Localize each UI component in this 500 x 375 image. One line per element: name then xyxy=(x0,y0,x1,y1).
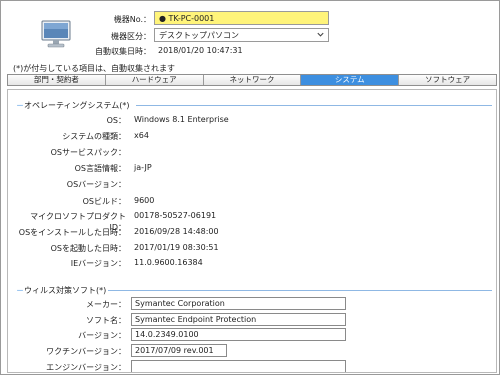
os-service-pack-label: OSサービスパック： xyxy=(50,148,126,157)
desktop-monitor-icon xyxy=(41,20,71,48)
av-vaccine-version-label: ワクチンバージョン： xyxy=(46,347,126,356)
system-type-label: システムの種類： xyxy=(62,132,126,141)
section-marker-icon: － xyxy=(16,101,24,110)
os-version-label: OSバージョン： xyxy=(66,180,126,189)
av-software-name-input[interactable]: Symantec Endpoint Protection xyxy=(131,313,346,326)
os-section-title-text: オペレーティングシステム(*) xyxy=(24,101,130,110)
chevron-down-icon xyxy=(317,32,324,37)
tab-hardware[interactable]: ハードウェア xyxy=(105,75,204,85)
os-section-divider xyxy=(136,105,492,106)
device-no-field[interactable]: ● TK-PC-0001 xyxy=(154,11,329,25)
tab-department-contract[interactable]: 部門・契約者 xyxy=(8,75,106,85)
av-vendor-input[interactable]: Symantec Corporation xyxy=(131,297,346,310)
tab-system[interactable]: システム xyxy=(301,75,400,85)
av-engine-version-input[interactable] xyxy=(131,360,346,372)
av-vendor-value: Symantec Corporation xyxy=(135,299,225,308)
device-type-label: 機器区分： xyxy=(111,32,151,41)
os-language-value: ja-JP xyxy=(134,163,152,172)
av-software-name-label: ソフト名： xyxy=(86,316,126,325)
ie-version-value: 11.0.9600.16384 xyxy=(134,258,203,267)
os-build-label: OSビルド： xyxy=(82,197,126,206)
av-version-label: バージョン： xyxy=(78,331,126,340)
av-software-name-value: Symantec Endpoint Protection xyxy=(135,315,257,324)
os-install-date-label: OSをインストールした日時： xyxy=(18,228,126,237)
av-engine-version-label: エンジンバージョン： xyxy=(46,363,126,372)
system-tab-panel: －オペレーティングシステム(*) OS： Windows 8.1 Enterpr… xyxy=(7,89,497,373)
av-section-title-text: ウィルス対策ソフト(*) xyxy=(24,286,107,295)
av-version-value: 14.0.2349.0100 xyxy=(135,330,199,339)
os-boot-date-label: OSを起動した日時： xyxy=(50,244,126,253)
section-marker-icon: － xyxy=(16,286,24,295)
os-section-title: －オペレーティングシステム(*) xyxy=(16,100,130,111)
tab-bar: 部門・契約者 ハードウェア ネットワーク システム ソフトウェア xyxy=(7,74,497,86)
os-install-date-value: 2016/09/28 14:48:00 xyxy=(134,227,219,236)
auto-collect-note: (*)が付与している項目は、自動収集されます xyxy=(13,64,176,73)
auto-collect-label: 自動収集日時： xyxy=(95,47,151,56)
tab-network[interactable]: ネットワーク xyxy=(203,75,302,85)
os-build-value: 9600 xyxy=(134,196,155,205)
device-type-value: デスクトップパソコン xyxy=(159,31,239,40)
av-vaccine-version-value: 2017/07/09 rev.001 xyxy=(135,346,214,355)
device-type-select[interactable]: デスクトップパソコン xyxy=(154,28,329,42)
av-section-title: －ウィルス対策ソフト(*) xyxy=(16,285,106,296)
av-vendor-label: メーカー： xyxy=(86,300,126,309)
ie-version-label: IEバージョン： xyxy=(70,259,126,268)
device-detail-window: 機器No.： ● TK-PC-0001 機器区分： デスクトップパソコン 自動収… xyxy=(0,0,500,375)
av-vaccine-version-input[interactable]: 2017/07/09 rev.001 xyxy=(131,344,227,357)
tab-software[interactable]: ソフトウェア xyxy=(399,75,496,85)
product-id-value: 00178-50527-06191 xyxy=(134,211,217,220)
device-no-label: 機器No.： xyxy=(113,15,151,24)
os-value: Windows 8.1 Enterprise xyxy=(134,115,229,124)
auto-collect-value: 2018/01/20 10:47:31 xyxy=(158,46,243,55)
os-label: OS： xyxy=(106,116,126,125)
os-boot-date-value: 2017/01/19 08:30:51 xyxy=(134,243,219,252)
av-version-input[interactable]: 14.0.2349.0100 xyxy=(131,328,346,341)
system-type-value: x64 xyxy=(134,131,149,140)
os-language-label: OS言語情報： xyxy=(74,164,126,173)
device-no-value: ● TK-PC-0001 xyxy=(159,14,215,23)
av-section-divider xyxy=(108,290,492,291)
